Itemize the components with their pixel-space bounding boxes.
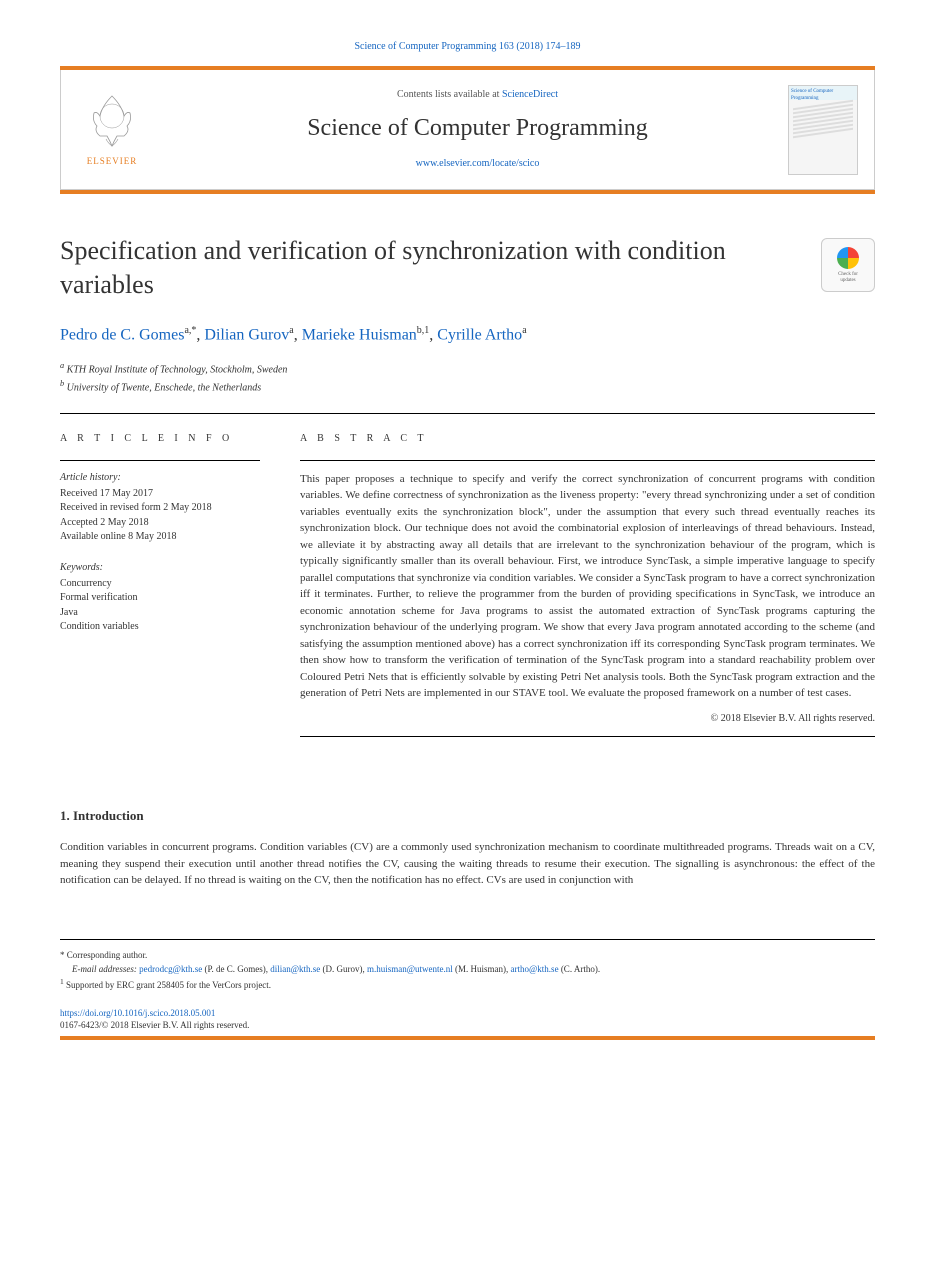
- author-1[interactable]: Pedro de C. Gomes: [60, 326, 184, 343]
- doi-section: https://doi.org/10.1016/j.scico.2018.05.…: [60, 1007, 875, 1032]
- elsevier-text: ELSEVIER: [77, 155, 147, 168]
- author-list: Pedro de C. Gomesa,*, Dilian Gurova, Mar…: [60, 324, 875, 347]
- top-citation: Science of Computer Programming 163 (201…: [60, 40, 875, 54]
- issn-copyright: 0167-6423/© 2018 Elsevier B.V. All right…: [60, 1019, 875, 1032]
- author-4[interactable]: Cyrille Artho: [437, 326, 522, 343]
- abstract-text: This paper proposes a technique to speci…: [300, 471, 875, 702]
- affiliations: a KTH Royal Institute of Technology, Sto…: [60, 360, 875, 395]
- footnotes: * Corresponding author. E-mail addresses…: [60, 939, 875, 993]
- bottom-orange-bar: [60, 1036, 875, 1040]
- emails-label: E-mail addresses:: [72, 964, 137, 974]
- article-info-column: A R T I C L E I N F O Article history: R…: [60, 432, 260, 747]
- cover-thumb-title: Science of Computer Programming: [789, 86, 857, 100]
- sciencedirect-link[interactable]: ScienceDirect: [502, 89, 558, 100]
- author-3[interactable]: Marieke Huisman: [302, 326, 417, 343]
- email-1[interactable]: pedrodcg@kth.se: [139, 964, 202, 974]
- section-1-heading: 1. Introduction: [60, 807, 875, 825]
- contents-text: Contents lists available at: [397, 89, 502, 100]
- abstract-copyright: © 2018 Elsevier B.V. All rights reserved…: [300, 712, 875, 726]
- affiliation-b: University of Twente, Enschede, the Neth…: [67, 382, 262, 393]
- contents-available: Contents lists available at ScienceDirec…: [167, 88, 788, 102]
- divider: [60, 413, 875, 414]
- keywords-text: Concurrency Formal verification Java Con…: [60, 577, 260, 635]
- crossmark-icon: [837, 247, 859, 269]
- corresponding-author-note: Corresponding author.: [67, 950, 148, 960]
- journal-cover-thumbnail: Science of Computer Programming: [788, 85, 858, 175]
- email-4[interactable]: artho@kth.se: [511, 964, 559, 974]
- footnote-1: Supported by ERC grant 258405 for the Ve…: [66, 980, 271, 990]
- section-1-paragraph-1: Condition variables in concurrent progra…: [60, 839, 875, 889]
- journal-name: Science of Computer Programming: [167, 112, 788, 146]
- elsevier-logo: ELSEVIER: [77, 91, 147, 168]
- article-info-heading: A R T I C L E I N F O: [60, 432, 260, 446]
- email-3[interactable]: m.huisman@utwente.nl: [367, 964, 453, 974]
- orange-divider-bottom: [60, 190, 875, 194]
- doi-link[interactable]: https://doi.org/10.1016/j.scico.2018.05.…: [60, 1007, 875, 1020]
- journal-header: ELSEVIER Contents lists available at Sci…: [60, 70, 875, 190]
- keywords-label: Keywords:: [60, 561, 260, 575]
- crossmark-label: Check forupdates: [838, 272, 858, 283]
- crossmark-badge[interactable]: Check forupdates: [821, 238, 875, 292]
- article-title: Specification and verification of synchr…: [60, 234, 801, 302]
- history-label: Article history:: [60, 471, 260, 485]
- elsevier-tree-icon: [82, 91, 142, 151]
- email-2[interactable]: dilian@kth.se: [270, 964, 320, 974]
- history-text: Received 17 May 2017 Received in revised…: [60, 487, 260, 545]
- abstract-heading: A B S T R A C T: [300, 432, 875, 446]
- abstract-column: A B S T R A C T This paper proposes a te…: [300, 432, 875, 747]
- affiliation-a: KTH Royal Institute of Technology, Stock…: [67, 365, 288, 376]
- journal-url-link[interactable]: www.elsevier.com/locate/scico: [167, 157, 788, 171]
- author-2[interactable]: Dilian Gurov: [204, 326, 289, 343]
